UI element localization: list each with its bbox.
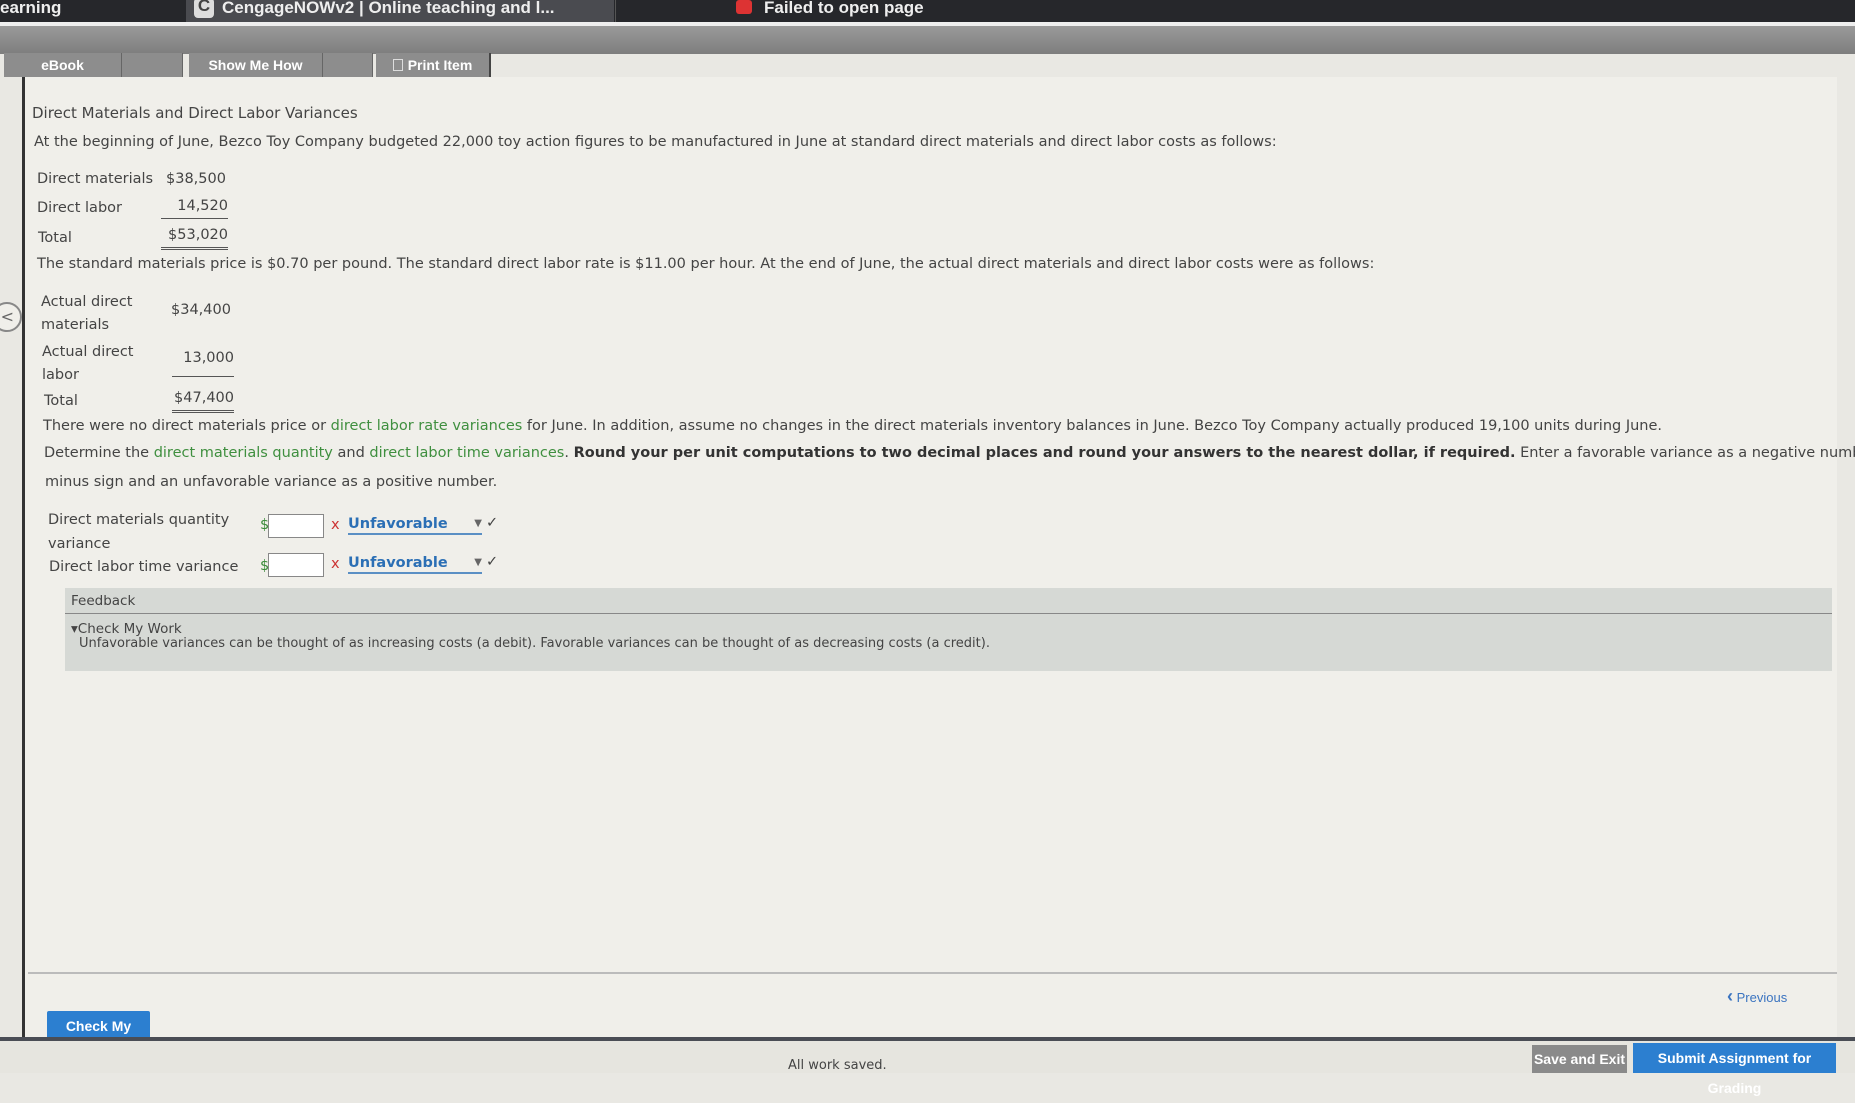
tab-blank — [323, 53, 373, 77]
tab-ebook[interactable]: eBook — [4, 53, 122, 77]
intro-text: At the beginning of June, Bezco Toy Comp… — [34, 134, 1277, 150]
materials-variance-type-select[interactable]: Unfavorable ▼ — [348, 515, 482, 535]
tab-blank — [122, 53, 183, 77]
save-status: All work saved. — [788, 1058, 887, 1073]
actual-label: Actual direct materials — [41, 294, 133, 333]
divider — [65, 613, 1832, 614]
answer-label: Direct labor time variance — [49, 559, 239, 575]
actual-total: $47,400 — [172, 390, 234, 413]
budget-label: Direct materials — [37, 171, 154, 187]
budget-value: 14,520 — [161, 198, 228, 219]
tab-title: Failed to open page — [764, 0, 924, 17]
feedback-panel: Feedback ▾Check My Work Unfavorable vari… — [65, 588, 1832, 671]
actual-label: Total — [44, 393, 78, 409]
incorrect-x-icon: x — [331, 517, 340, 533]
note-text: There were no direct materials price or … — [43, 418, 1663, 434]
check-my-work-toggle[interactable]: ▾Check My Work — [71, 621, 182, 637]
chevron-left-icon: ‹ — [1727, 986, 1733, 1006]
error-icon — [736, 0, 752, 14]
budget-value: $38,500 — [166, 171, 226, 187]
tab-title: CengageNOWv2 | Online teaching and l... — [222, 0, 555, 17]
instructions-text: Determine the direct materials quantity … — [44, 445, 1855, 461]
glossary-link[interactable]: direct labor rate variances — [331, 418, 523, 434]
actual-value: $34,400 — [171, 302, 231, 318]
budget-total: $53,020 — [161, 227, 228, 250]
tab-print-item[interactable]: Print Item — [376, 53, 491, 77]
budget-label: Total — [38, 230, 72, 246]
check-icon: ✓ — [486, 515, 499, 531]
materials-quantity-variance-input[interactable] — [268, 514, 324, 538]
browser-tab-bar: earning C CengageNOWv2 | Online teaching … — [0, 0, 1855, 22]
glossary-link[interactable]: direct materials quantity — [154, 445, 333, 461]
save-and-exit-button[interactable]: Save and Exit — [1532, 1045, 1627, 1073]
browser-tab[interactable]: Failed to open page — [615, 0, 1035, 22]
divider — [28, 972, 1837, 974]
tab-title: earning — [0, 0, 62, 17]
labor-time-variance-input[interactable] — [268, 553, 324, 577]
print-label: Print Item — [407, 57, 473, 73]
check-icon: ✓ — [486, 554, 499, 570]
print-icon — [392, 59, 403, 71]
question-title: Direct Materials and Direct Labor Varian… — [32, 104, 358, 122]
feedback-text: Unfavorable variances can be thought of … — [79, 636, 990, 651]
cengage-icon: C — [194, 0, 214, 18]
standard-text: The standard materials price is $0.70 pe… — [37, 256, 1375, 272]
budget-label: Direct labor — [37, 200, 122, 216]
actual-label: Actual direct labor — [42, 344, 134, 383]
labor-variance-type-select[interactable]: Unfavorable ▼ — [348, 554, 482, 574]
tab-show-me-how[interactable]: Show Me How — [189, 53, 323, 77]
incorrect-x-icon: x — [331, 556, 340, 572]
collapse-chevron-left-icon[interactable]: < — [0, 302, 22, 332]
browser-tab[interactable]: earning — [0, 0, 185, 22]
submit-assignment-button[interactable]: Submit Assignment for Grading — [1633, 1043, 1836, 1096]
actual-value: 13,000 — [172, 350, 234, 377]
feedback-heading: Feedback — [71, 593, 136, 609]
browser-tab-active[interactable]: C CengageNOWv2 | Online teaching and l... — [186, 0, 614, 22]
answer-label: Direct materials quantity variance — [48, 512, 230, 552]
glossary-link[interactable]: direct labor time variances — [369, 445, 564, 461]
previous-link[interactable]: ‹ Previous — [1727, 986, 1787, 1007]
instructions-text: minus sign and an unfavorable variance a… — [45, 474, 498, 490]
toolbar — [0, 22, 1855, 54]
